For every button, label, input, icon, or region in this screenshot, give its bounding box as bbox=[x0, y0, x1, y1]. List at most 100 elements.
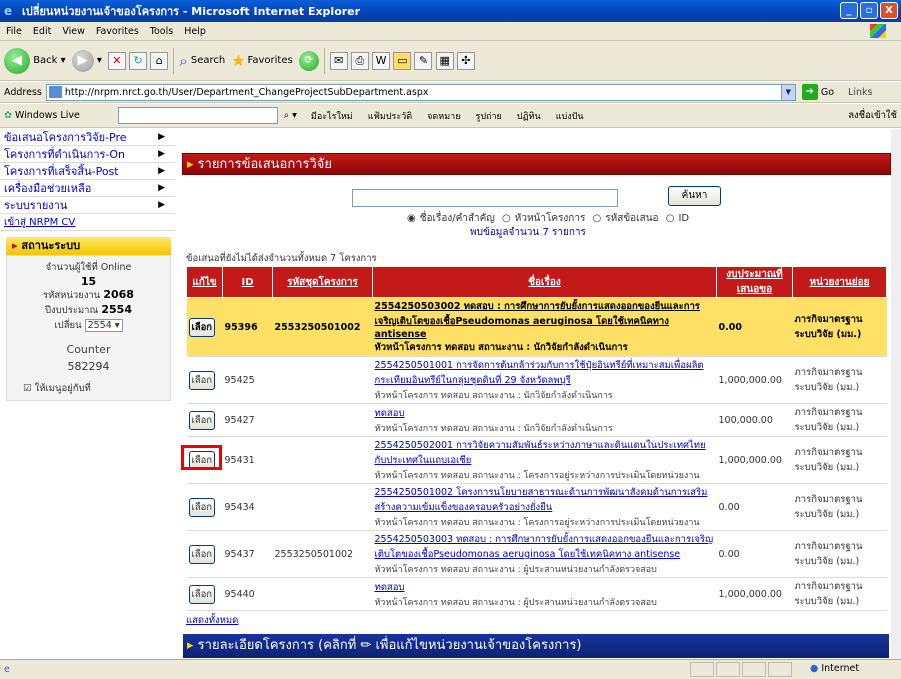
search-input[interactable] bbox=[352, 189, 618, 207]
windows-live-search-input[interactable] bbox=[117, 107, 278, 124]
favorites-button[interactable]: ★ Favorites bbox=[231, 51, 293, 70]
research-icon[interactable]: ▦ bbox=[435, 51, 454, 70]
radio-code[interactable]: ○ bbox=[593, 213, 602, 224]
page-icon bbox=[48, 86, 62, 98]
radio-leader[interactable]: ○ bbox=[502, 213, 511, 224]
maximize-button[interactable]: ▫ bbox=[860, 2, 878, 19]
col-dept[interactable]: หน่วยงานย่อย bbox=[792, 266, 887, 298]
title-link[interactable]: 2554250501001 การจัดการต้นกล้าร่วมกับการ… bbox=[375, 360, 704, 386]
messenger-icon[interactable]: ✎ bbox=[414, 51, 433, 70]
radio-leader-label: หัวหน้าโครงการ bbox=[514, 213, 586, 224]
toolbar: ◀ Back ▾ ▶ ▾ ✕ ↻ ⌂ ⌕ Search ★ Favorites ⟳… bbox=[0, 41, 901, 81]
select-button[interactable]: เลือก bbox=[188, 497, 216, 517]
select-button[interactable]: เลือก bbox=[188, 370, 216, 390]
mail-icon[interactable]: ✉ bbox=[329, 51, 348, 70]
set-cell bbox=[272, 436, 373, 484]
table-row: เลือก 95437 2553250501002 2554250503003 ทดส… bbox=[186, 530, 887, 578]
wl-link-calendar[interactable]: ปฏิทิน bbox=[517, 112, 541, 122]
menu-checkbox[interactable]: ☑ bbox=[23, 383, 32, 394]
sidebar-item-on[interactable]: โครงการที่ดำเนินการ-On ▶ bbox=[0, 146, 175, 163]
show-all-link[interactable]: แสดงทั้งหมด bbox=[186, 613, 891, 628]
sidebar-item-tools[interactable]: เครื่องมือช่วยเหลือ ▶ bbox=[0, 180, 175, 197]
wl-link-mail[interactable]: จดหมาย bbox=[427, 112, 460, 122]
title-link[interactable]: ทดสอบ bbox=[375, 408, 405, 419]
menu-help[interactable]: Help bbox=[184, 26, 206, 37]
go-button[interactable]: ➔ Go bbox=[801, 84, 834, 100]
arrow-right-icon: ▶ bbox=[158, 149, 165, 159]
wl-search-icon[interactable]: ⌕ ▾ bbox=[284, 110, 297, 121]
page-content: ข้อเสนอโครงการวิจัย-Pre ▶ โครงการที่ดำเนิ… bbox=[0, 129, 901, 659]
edit-cell: เลือก bbox=[186, 483, 223, 531]
wl-link-whatsnew[interactable]: มีอะไรใหม่ bbox=[311, 112, 353, 122]
fy-label: ปีงบประมาณ bbox=[44, 305, 99, 316]
back-button[interactable]: ◀ Back ▾ bbox=[4, 47, 66, 74]
status-arrow-icon: ▸ bbox=[12, 239, 18, 252]
home-icon[interactable]: ⌂ bbox=[150, 51, 169, 70]
status-box: จำนวนผู้ใช้ที่ Online 15 รหัสหน่วยงาน 20… bbox=[6, 255, 171, 401]
budget-cell: 1,000,000.00 bbox=[716, 356, 793, 404]
sidebar-item-pre[interactable]: ข้อเสนอโครงการวิจัย-Pre ▶ bbox=[0, 129, 175, 146]
unit-label: รหัสหน่วยงาน bbox=[43, 290, 101, 301]
panel-title: รายการข้อเสนอการวิจัย bbox=[197, 157, 333, 172]
close-button[interactable]: X bbox=[880, 2, 898, 19]
nrpm-cv-link[interactable]: เข้าสู่ NRPM CV bbox=[0, 214, 175, 231]
sidebar-item-report[interactable]: ระบบรายงาน ▶ bbox=[0, 197, 175, 214]
wl-link-share[interactable]: แบ่งปัน bbox=[556, 112, 584, 122]
sidebar-item-post[interactable]: โครงการที่เสร็จสิ้น-Post ▶ bbox=[0, 163, 175, 180]
address-input[interactable]: http://nrpm.nrct.go.th/User/Department_C… bbox=[45, 83, 796, 101]
dropdown-arrow-icon[interactable]: ▼ bbox=[780, 84, 795, 100]
select-button[interactable]: เลือก bbox=[188, 317, 216, 337]
year-select[interactable]: 2554 ▾ bbox=[84, 319, 123, 332]
dept-cell: ภารกิจมาตรฐานระบบวิจัย (มม.) bbox=[792, 436, 887, 484]
title-link[interactable]: 2554250503002 ทดสอบ : การศึกษาการยับยั้ง… bbox=[375, 301, 700, 340]
menu-tools[interactable]: Tools bbox=[150, 26, 173, 37]
col-id[interactable]: ID bbox=[222, 266, 273, 298]
menu-favorites[interactable]: Favorites bbox=[96, 26, 139, 37]
select-button[interactable]: เลือก bbox=[188, 544, 216, 564]
stop-icon[interactable]: ✕ bbox=[107, 51, 126, 70]
wl-link-profile[interactable]: แฟ้มประวัติ bbox=[368, 112, 412, 122]
table-row: เลือก 95396 2553250501002 2554250503002 ทดส… bbox=[186, 297, 887, 357]
col-edit[interactable]: แก้ไข bbox=[186, 266, 223, 298]
print-icon[interactable]: ⎙ bbox=[350, 51, 369, 70]
address-url: http://nrpm.nrct.go.th/User/Department_C… bbox=[64, 86, 429, 98]
online-count: 15 bbox=[80, 275, 97, 288]
col-title[interactable]: ชื่อเรื่อง bbox=[372, 266, 717, 298]
scrollbar[interactable] bbox=[891, 129, 901, 659]
menu-view[interactable]: View bbox=[62, 26, 85, 37]
title-link[interactable]: 2554250502001 การวิจัยความสัมพันธ์ระหว่า… bbox=[375, 440, 706, 466]
history-icon[interactable]: ⟳ bbox=[298, 50, 319, 71]
menu-file[interactable]: File bbox=[6, 26, 22, 37]
select-button[interactable]: เลือก bbox=[188, 584, 216, 604]
search-submit-button[interactable]: ค้นหา bbox=[668, 186, 721, 206]
table-row: เลือก 95427 ทดสอบ หัวหน้าโครงการ ทดสอบ สถาน… bbox=[186, 403, 887, 437]
radio-title[interactable]: ◉ bbox=[407, 213, 416, 224]
minimize-button[interactable]: _ bbox=[840, 2, 858, 19]
extra-icon[interactable]: ✣ bbox=[456, 51, 475, 70]
refresh-icon[interactable]: ↻ bbox=[129, 51, 148, 70]
set-cell bbox=[272, 577, 373, 611]
sidebar-menu: ข้อเสนอโครงการวิจัย-Pre ▶ โครงการที่ดำเนิ… bbox=[0, 129, 175, 231]
col-budget[interactable]: งบประมาณที่เสนอขอ bbox=[716, 266, 793, 298]
menu-edit[interactable]: Edit bbox=[33, 26, 51, 37]
title-cell: 2554250501001 การจัดการต้นกล้าร่วมกับการ… bbox=[372, 356, 717, 404]
links-button[interactable]: Links bbox=[848, 87, 872, 98]
edit-cell: เลือก bbox=[186, 356, 223, 404]
title-cell: ทดสอบ หัวหน้าโครงการ ทดสอบ สถานะงาน : ผู้… bbox=[372, 577, 717, 611]
edit-icon[interactable]: W bbox=[372, 51, 391, 70]
title-subtext: หัวหน้าโครงการ ทดสอบ สถานะงาน : โครงการอ… bbox=[374, 471, 700, 481]
title-link[interactable]: 2554250503003 ทดสอบ : การศึกษาการยับยั้ง… bbox=[375, 534, 714, 560]
search-button[interactable]: ⌕ Search bbox=[179, 52, 225, 70]
set-cell bbox=[272, 483, 373, 531]
title-link[interactable]: 2554250501002 โครงการนโยบายสาธารณะด้านกา… bbox=[375, 487, 708, 513]
radio-id[interactable]: ○ bbox=[666, 213, 675, 224]
edit-cell: เลือก bbox=[186, 577, 223, 611]
wl-signin[interactable]: ลงชื่อเข้าใช้ bbox=[848, 108, 897, 123]
select-button[interactable]: เลือก bbox=[188, 410, 216, 430]
wl-link-photos[interactable]: รูปถ่าย bbox=[476, 112, 502, 122]
col-set[interactable]: รหัสชุดโครงการ bbox=[272, 266, 373, 298]
budget-cell: 1,000,000.00 bbox=[716, 577, 793, 611]
forward-button[interactable]: ▶ ▾ bbox=[71, 49, 102, 72]
title-link[interactable]: ทดสอบ bbox=[375, 582, 405, 593]
discuss-icon[interactable]: ▭ bbox=[393, 51, 412, 70]
